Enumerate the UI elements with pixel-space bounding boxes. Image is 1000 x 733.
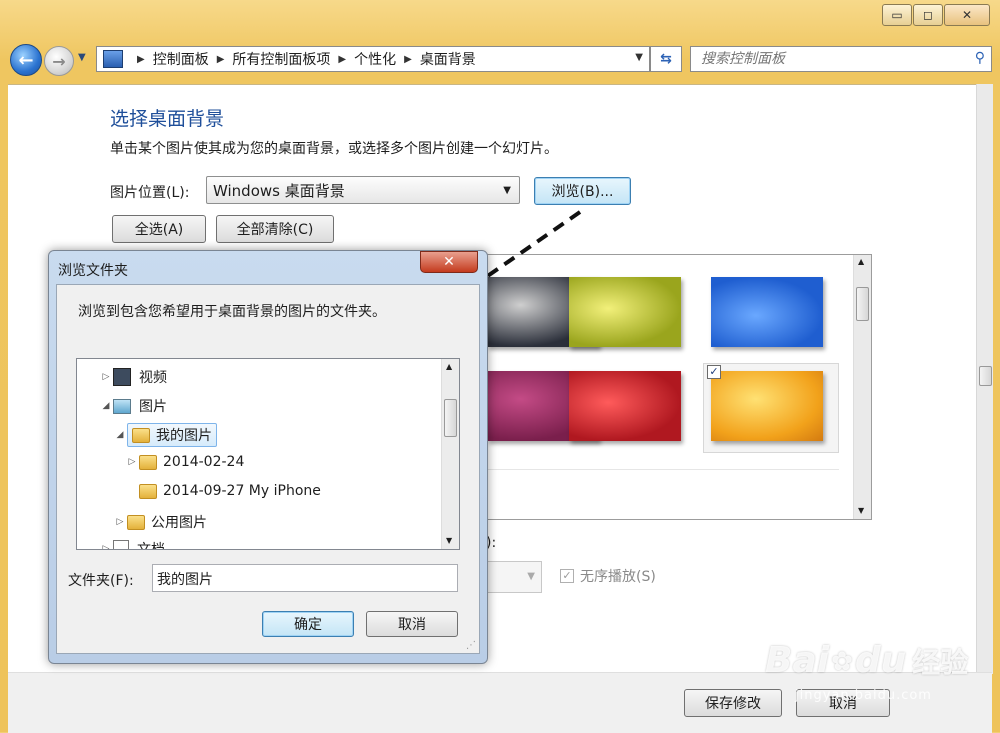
- tree-item-label: 视频: [139, 370, 167, 386]
- dialog-close-button[interactable]: ✕: [420, 251, 478, 273]
- address-dropdown-icon[interactable]: ▼: [635, 52, 643, 63]
- watermark-url: jingyan.baidu.com: [795, 688, 932, 703]
- collapse-arrow-icon[interactable]: ◢: [99, 401, 113, 411]
- arrow-right-icon: →: [52, 51, 66, 71]
- breadcrumb-separator-icon: ▶: [137, 53, 145, 65]
- tree-scroll-thumb[interactable]: [444, 399, 457, 437]
- shuffle-label: 无序播放(S): [580, 569, 656, 585]
- gallery-divider: [479, 469, 839, 470]
- tree-item-2014-02-24[interactable]: ▷ 2014-02-24: [125, 454, 245, 470]
- scroll-down-icon[interactable]: ▼: [446, 536, 452, 545]
- folder-field-value: 我的图片: [157, 572, 213, 588]
- tree-item-label: 我的图片: [156, 428, 212, 444]
- breadcrumb-item-desktop-background[interactable]: 桌面背景: [420, 49, 476, 69]
- maximize-button[interactable]: ◻: [913, 4, 943, 26]
- close-button[interactable]: ✕: [944, 4, 990, 26]
- scroll-down-icon[interactable]: ▼: [858, 506, 864, 515]
- refresh-button[interactable]: ⇆: [650, 46, 682, 72]
- folder-icon: [132, 427, 150, 443]
- tree-item-my-pictures[interactable]: ◢ 我的图片: [113, 423, 217, 447]
- breadcrumb-item-personalization[interactable]: 个性化: [354, 49, 396, 69]
- partial-select[interactable]: ▼: [486, 561, 542, 593]
- thumbnail-checkbox[interactable]: ✓: [707, 365, 721, 379]
- collapse-arrow-icon[interactable]: ◢: [113, 430, 127, 440]
- tree-item-videos[interactable]: ▷ 视频: [99, 367, 167, 387]
- tree-item-label: 2014-02-24: [163, 454, 245, 470]
- gallery-scrollbar[interactable]: ▲ ▼: [853, 255, 871, 519]
- watermark-brand-suffix: du: [854, 640, 907, 681]
- save-changes-button[interactable]: 保存修改: [684, 689, 782, 717]
- picture-location-value: Windows 桌面背景: [213, 181, 345, 200]
- document-library-icon: [113, 540, 129, 549]
- wallpaper-thumbnail[interactable]: [711, 277, 823, 347]
- expand-arrow-icon[interactable]: ▷: [113, 517, 127, 527]
- breadcrumb-separator-icon: ▶: [338, 53, 347, 65]
- breadcrumb-item-all-items[interactable]: 所有控制面板项: [232, 49, 330, 69]
- tree-item-label: 图片: [139, 399, 167, 415]
- scroll-up-icon[interactable]: ▲: [446, 362, 452, 371]
- address-bar[interactable]: ▶ 控制面板 ▶ 所有控制面板项 ▶ 个性化 ▶ 桌面背景 ▼: [96, 46, 650, 72]
- folder-field[interactable]: 我的图片: [152, 564, 458, 592]
- breadcrumb-item-control-panel[interactable]: 控制面板: [153, 49, 209, 69]
- picture-library-icon: [113, 398, 131, 414]
- tree-item-public-pictures[interactable]: ▷ 公用图片: [113, 512, 207, 532]
- search-box: ⚲: [690, 46, 992, 72]
- folder-icon: [127, 514, 145, 530]
- tree-item-iphone[interactable]: 2014-09-27 My iPhone: [139, 483, 321, 499]
- history-dropdown-icon[interactable]: ▼: [78, 52, 92, 66]
- forward-button[interactable]: →: [44, 46, 74, 76]
- caption-buttons: ▭ ◻ ✕: [881, 4, 990, 26]
- page-description: 单击某个图片使其成为您的桌面背景，或选择多个图片创建一个幻灯片。: [110, 141, 558, 157]
- tree-item-label: 2014-09-27 My iPhone: [163, 483, 321, 499]
- tree-item-pictures[interactable]: ◢ 图片: [99, 396, 167, 416]
- page-title: 选择桌面背景: [110, 108, 225, 130]
- folder-tree: ▷ 视频 ◢ 图片 ◢ 我的图片 ▷ 2014-02-24 2014-09-27…: [76, 358, 460, 550]
- picture-location-label: 图片位置(L):: [110, 185, 190, 201]
- tree-item-label: 公用图片: [151, 515, 207, 531]
- back-button[interactable]: ←: [10, 44, 42, 76]
- paw-icon: ✿: [831, 647, 853, 677]
- refresh-icon: ⇆: [660, 51, 672, 67]
- shuffle-option[interactable]: ✓ 无序播放(S): [560, 566, 656, 586]
- expand-arrow-icon[interactable]: ▷: [99, 372, 113, 382]
- dialog-cancel-button[interactable]: 取消: [366, 611, 458, 637]
- dialog-title: 浏览文件夹: [58, 263, 128, 279]
- video-library-icon: [113, 368, 131, 386]
- resize-grip-icon[interactable]: ⋰: [466, 640, 476, 651]
- main-scrollbar[interactable]: [976, 84, 993, 674]
- wallpaper-thumbnail-selected[interactable]: [711, 371, 823, 441]
- scroll-up-icon[interactable]: ▲: [858, 257, 864, 266]
- minimize-button[interactable]: ▭: [882, 4, 912, 26]
- tree-scrollbar[interactable]: ▲ ▼: [441, 359, 459, 549]
- main-scroll-thumb[interactable]: [979, 366, 992, 386]
- ok-button[interactable]: 确定: [262, 611, 354, 637]
- expand-arrow-icon[interactable]: ▷: [99, 544, 113, 549]
- dialog-description: 浏览到包含您希望用于桌面背景的图片的文件夹。: [78, 304, 386, 320]
- folder-label: 文件夹(F):: [68, 573, 134, 589]
- breadcrumb: ▶ 控制面板 ▶ 所有控制面板项 ▶ 个性化 ▶ 桌面背景: [129, 49, 476, 69]
- shuffle-checkbox[interactable]: ✓: [560, 569, 574, 583]
- breadcrumb-separator-icon: ▶: [216, 53, 225, 65]
- expand-arrow-icon[interactable]: ▷: [125, 457, 139, 467]
- breadcrumb-separator-icon: ▶: [404, 53, 412, 65]
- select-all-button[interactable]: 全选(A): [112, 215, 206, 243]
- folder-icon: [139, 483, 157, 499]
- arrow-left-icon: ←: [18, 49, 34, 71]
- control-panel-icon: [103, 50, 123, 68]
- watermark-brand: Bai: [765, 640, 830, 681]
- watermark-cn: 经验: [912, 646, 969, 679]
- search-icon[interactable]: ⚲: [975, 50, 985, 66]
- tree-item-label: 文档: [137, 542, 165, 550]
- tree-item-selected: 我的图片: [127, 423, 217, 447]
- chevron-down-icon: ▼: [503, 185, 511, 196]
- search-input[interactable]: [691, 47, 963, 71]
- tree-item-documents[interactable]: ▷ 文档: [99, 539, 165, 550]
- gallery-scroll-thumb[interactable]: [856, 287, 869, 321]
- chevron-down-icon: ▼: [527, 571, 535, 582]
- watermark-logo: Bai ✿ du 经验: [765, 640, 968, 681]
- folder-icon: [139, 454, 157, 470]
